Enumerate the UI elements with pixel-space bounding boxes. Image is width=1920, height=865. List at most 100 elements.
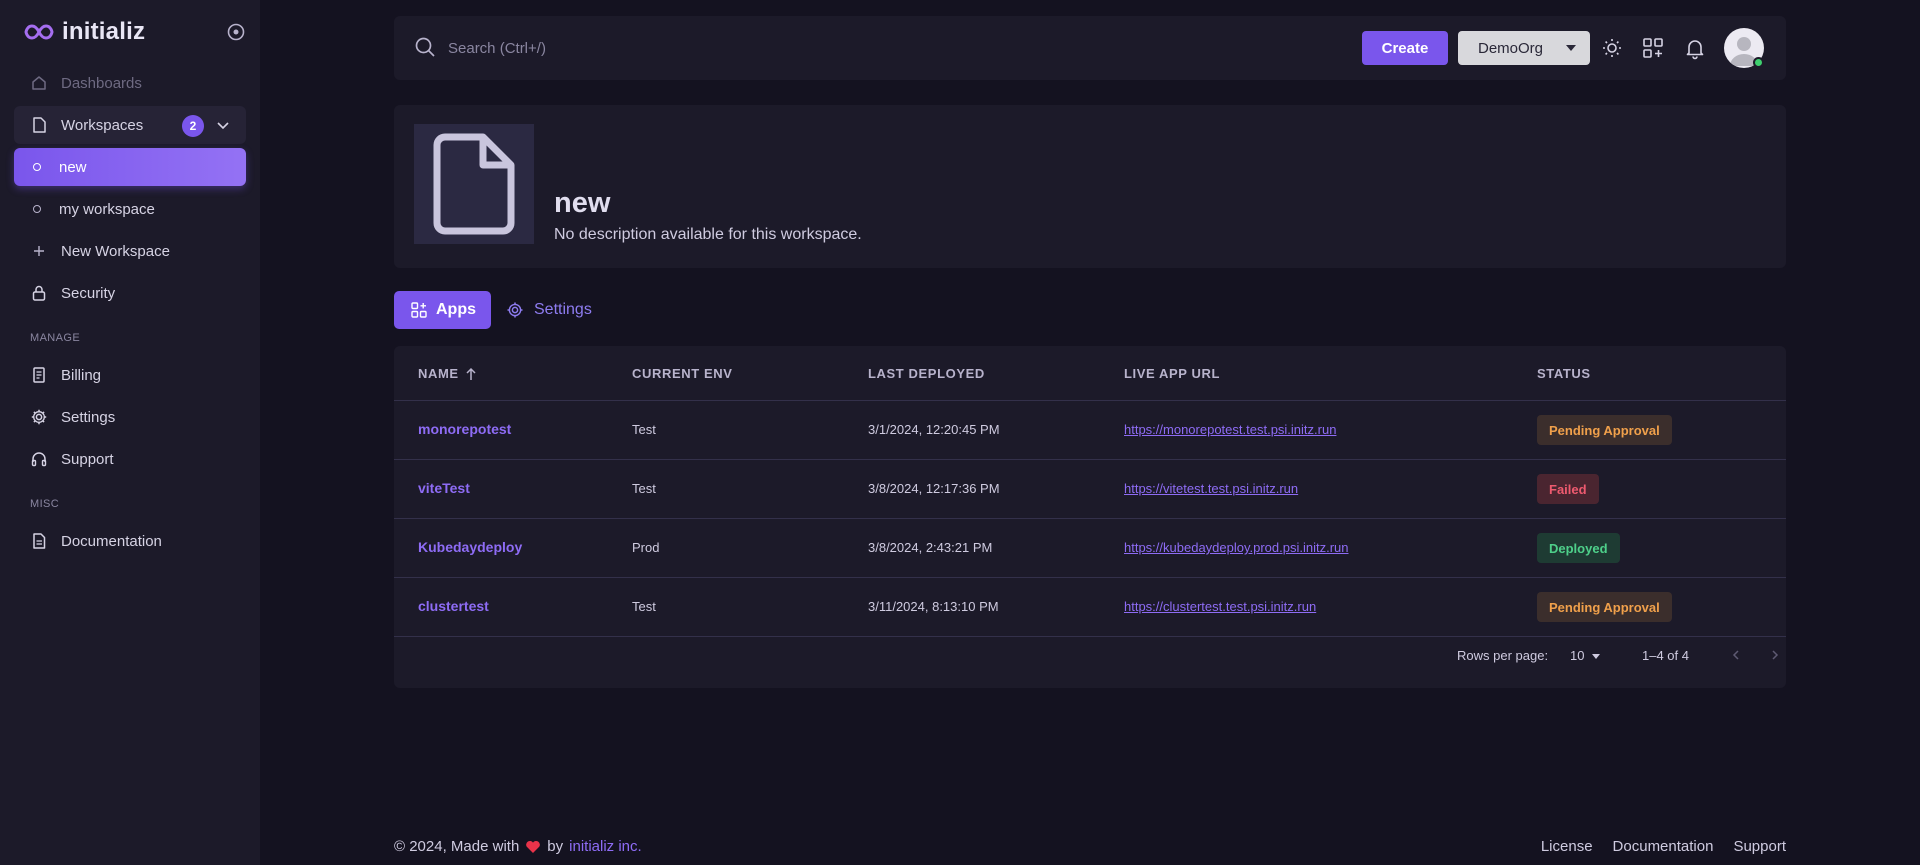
file-icon [431,131,517,237]
search-input[interactable] [448,34,948,62]
sidebar-item-label: new [59,158,87,176]
app-env: Test [632,481,656,496]
workspace-count-badge: 2 [182,115,204,137]
sidebar: initializ Dashboards Workspaces 2 new my… [0,0,260,865]
plus-icon [29,241,49,261]
tab-label: Settings [534,301,592,318]
column-header-label: NAME [418,366,459,381]
receipt-icon [29,365,49,385]
app-url-link[interactable]: https://vitetest.test.psi.initz.run [1124,481,1298,496]
sidebar-item-workspace-new[interactable]: new [14,148,246,186]
infinity-icon [24,23,54,41]
brand-name: initializ [62,18,146,45]
tab-apps[interactable]: Apps [394,291,491,329]
company-link[interactable]: initializ inc. [569,838,642,855]
column-header-name[interactable]: NAME [418,366,477,381]
sidebar-item-label: Documentation [61,532,162,550]
sidebar-collapse-button[interactable] [226,22,246,42]
section-label-misc: MISC [30,498,60,510]
table-row[interactable]: monorepotest Test 3/1/2024, 12:20:45 PM … [394,401,1786,460]
org-select-value: DemoOrg [1478,39,1544,57]
section-label-manage: MANAGE [30,332,81,344]
caret-down-icon [1566,45,1576,51]
apps-add-icon [410,301,428,319]
status-badge: Pending Approval [1537,415,1672,445]
column-header-env: CURRENT ENV [632,366,733,381]
tab-settings[interactable]: Settings [506,291,592,329]
app-env: Prod [632,540,660,555]
sidebar-item-documentation[interactable]: Documentation [14,522,246,560]
sidebar-item-label: my workspace [59,200,155,218]
sidebar-item-label: Billing [61,366,102,384]
sidebar-item-billing[interactable]: Billing [14,356,246,394]
app-name-link[interactable]: clustertest [418,598,489,614]
search-icon [414,36,436,58]
footer-by: by [547,838,564,855]
circle-icon [33,205,41,213]
next-page-button[interactable] [1765,645,1785,665]
footer-link-license[interactable]: License [1541,838,1593,855]
footer-link-documentation[interactable]: Documentation [1613,838,1714,855]
sidebar-item-label: New Workspace [61,242,170,260]
home-icon [29,73,49,93]
app-url-link[interactable]: https://monorepotest.test.psi.initz.run [1124,422,1336,437]
app-url-link[interactable]: https://clustertest.test.psi.initz.run [1124,599,1316,614]
circle-icon [33,163,41,171]
previous-page-button[interactable] [1726,645,1746,665]
create-button[interactable]: Create [1362,31,1448,65]
top-bar: Create DemoOrg [394,16,1786,80]
apps-table: NAME CURRENT ENV LAST DEPLOYED LIVE APP … [394,346,1786,688]
table-row[interactable]: clustertest Test 3/11/2024, 8:13:10 PM h… [394,578,1786,637]
app-last-deployed: 3/8/2024, 12:17:36 PM [868,481,1000,496]
workspace-header-card: new No description available for this wo… [394,105,1786,268]
app-url-link[interactable]: https://kubedaydeploy.prod.psi.initz.run [1124,540,1349,555]
table-header: NAME CURRENT ENV LAST DEPLOYED LIVE APP … [394,346,1786,401]
workspace-thumbnail [414,124,534,244]
tab-label: Apps [436,301,476,318]
sidebar-item-support[interactable]: Support [14,440,246,478]
app-last-deployed: 3/1/2024, 12:20:45 PM [868,422,1000,437]
gear-icon [506,301,524,319]
pagination-range: 1–4 of 4 [1642,648,1689,663]
apps-grid-icon[interactable] [1641,36,1665,60]
footer-link-support[interactable]: Support [1733,838,1786,855]
column-header-status: STATUS [1537,366,1591,381]
sidebar-item-workspaces[interactable]: Workspaces 2 [14,106,246,144]
status-badge: Failed [1537,474,1599,504]
sidebar-item-security[interactable]: Security [14,274,246,312]
org-select[interactable]: DemoOrg [1458,31,1590,65]
workspace-description: No description available for this worksp… [554,226,862,243]
caret-down-icon [1592,654,1600,659]
column-header-url: LIVE APP URL [1124,366,1221,381]
brand[interactable]: initializ [24,18,145,46]
sidebar-item-new-workspace[interactable]: New Workspace [14,232,246,270]
sidebar-item-label: Dashboards [61,74,142,92]
status-badge: Deployed [1537,533,1620,563]
sidebar-item-dashboards[interactable]: Dashboards [14,64,246,102]
app-env: Test [632,422,656,437]
sidebar-item-settings[interactable]: Settings [14,398,246,436]
heart-icon [525,840,541,854]
bell-icon[interactable] [1683,36,1707,60]
chevron-down-icon[interactable] [214,116,232,134]
app-name-link[interactable]: monorepotest [418,421,511,437]
rows-per-page-label: Rows per page: [1457,648,1549,663]
app-name-link[interactable]: viteTest [418,480,470,496]
page-title: new [554,187,611,219]
document-icon [29,531,49,551]
sidebar-item-my-workspace[interactable]: my workspace [14,190,246,228]
table-row[interactable]: viteTest Test 3/8/2024, 12:17:36 PM http… [394,460,1786,519]
sun-icon[interactable] [1600,36,1624,60]
arrow-up-icon [465,367,477,381]
sidebar-item-label: Support [61,450,114,468]
rows-per-page-select[interactable]: 10 [1570,648,1584,663]
app-name-link[interactable]: Kubedaydeploy [418,539,522,555]
app-last-deployed: 3/11/2024, 8:13:10 PM [868,599,999,614]
column-header-deployed: LAST DEPLOYED [868,366,985,381]
online-status-dot [1753,57,1764,68]
app-last-deployed: 3/8/2024, 2:43:21 PM [868,540,993,555]
table-pagination: Rows per page: 10 1–4 of 4 [394,636,1786,676]
table-row[interactable]: Kubedaydeploy Prod 3/8/2024, 2:43:21 PM … [394,519,1786,578]
lock-icon [29,283,49,303]
footer-links: License Documentation Support [1541,838,1786,855]
